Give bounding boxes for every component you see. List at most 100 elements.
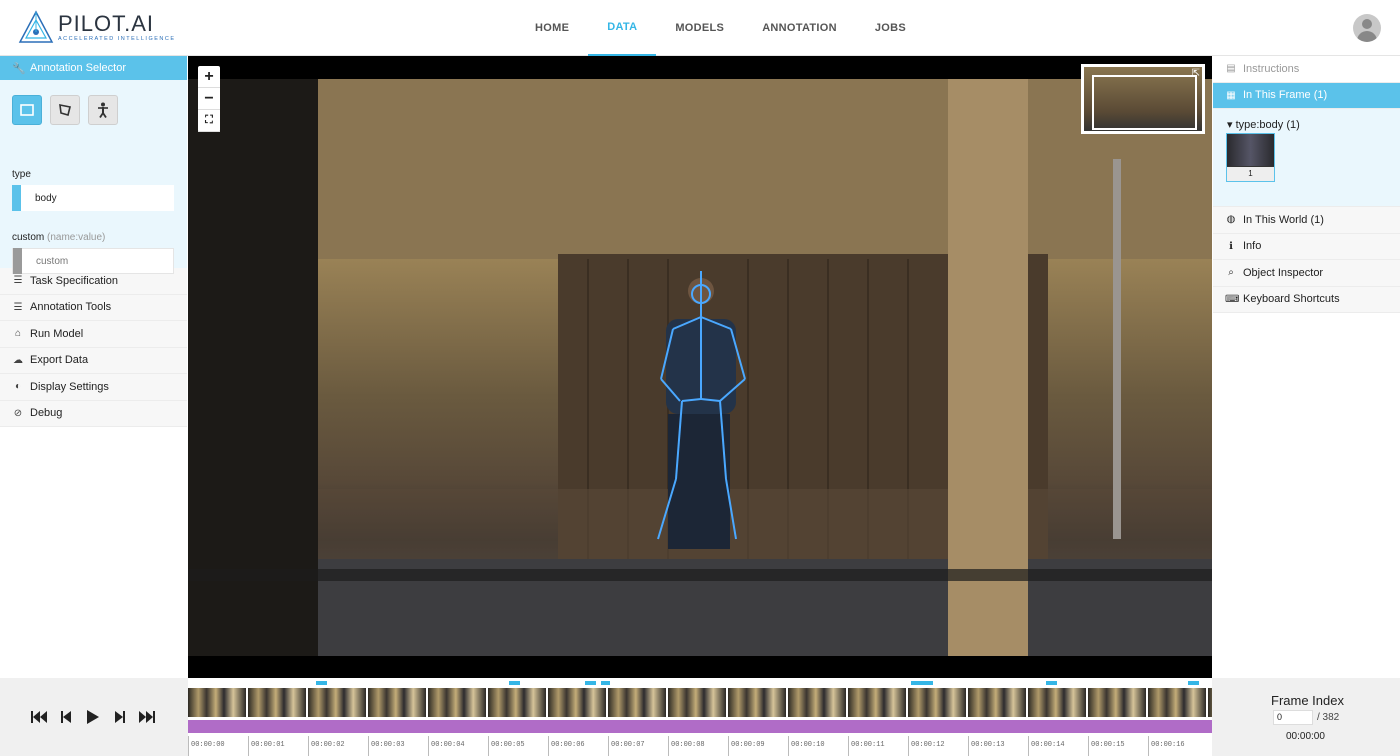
skip-to-start-button[interactable] [30,709,48,725]
annotation-marker[interactable] [509,681,520,685]
annotation-selector-body: type body custom (name:value) custom [0,80,187,274]
filmstrip-frame[interactable] [308,688,368,717]
info-item[interactable]: ℹ Info [1213,233,1400,260]
nav-home[interactable]: HOME [516,0,588,56]
fit-to-screen-button[interactable]: ⛶ [198,110,220,132]
time-tick-label: 00:00:06 [548,736,585,756]
annotation-selector-title: Annotation Selector [30,62,127,74]
minimap[interactable]: ⇱ [1081,64,1205,134]
annotation-marker[interactable] [1188,681,1199,685]
minimap-viewport[interactable] [1092,75,1197,130]
toggle-icon: ◐ [14,381,22,393]
filmstrip-frame[interactable] [248,688,308,717]
frame-index-input[interactable]: 0 [1273,710,1313,725]
zoom-in-button[interactable]: + [198,66,220,88]
type-field[interactable]: body [12,185,174,211]
run-icon: ⌂ [14,328,22,340]
type-body-group[interactable]: ▾ type:body (1) [1227,118,1300,131]
time-tick-label: 00:00:12 [908,736,945,756]
frame-index-title: Frame Index [1271,693,1344,708]
nav-jobs[interactable]: JOBS [856,0,925,56]
filmstrip-frame[interactable] [1088,688,1148,717]
menu-export-data[interactable]: ☁ Export Data [0,347,187,374]
filmstrip-frame[interactable] [188,688,248,717]
filmstrip-frame[interactable] [908,688,968,717]
step-forward-button[interactable] [111,709,129,725]
step-back-button[interactable] [57,709,75,725]
type-color-bar [12,185,21,211]
play-button[interactable] [84,709,102,725]
right-panel: ▤ Instructions ▦ In This Frame (1) ▾ type:… [1213,56,1400,678]
playback-controls [30,709,156,725]
filmstrip-frame[interactable] [788,688,848,717]
annotation-marker[interactable] [911,681,933,685]
skip-to-end-button[interactable] [138,709,156,725]
step-forward-icon [115,711,125,723]
filmstrip-frame[interactable] [1208,688,1212,717]
annotation-markers [188,678,1212,688]
menu-display-settings[interactable]: ◐ Display Settings [0,374,187,401]
timeline[interactable]: 00:00:00 00:00:01 00:00:02 00:00:03 00:00:04… [188,678,1212,756]
annotation-marker[interactable] [316,681,327,685]
filmstrip-frame[interactable] [548,688,608,717]
time-tick-label: 00:00:04 [428,736,465,756]
skeleton-tool-button[interactable] [88,95,118,125]
annotation-marker[interactable] [1046,681,1057,685]
keyboard-shortcuts-item[interactable]: ⌨ Keyboard Shortcuts [1213,286,1400,313]
in-this-world-item[interactable]: ◍ In This World (1) [1213,207,1400,234]
image-viewer[interactable]: + − ⛶ ⇱ [188,56,1212,678]
brand-logo[interactable]: PILOT.AI ACCELERATED INTELLIGENCE [18,10,176,46]
brand-name: PILOT.AI [58,11,155,36]
annotation-marker[interactable] [585,681,596,685]
time-tick-label: 00:00:03 [368,736,405,756]
zoom-out-button[interactable]: − [198,88,220,110]
annotation-track[interactable] [188,720,1212,733]
filmstrip-frame[interactable] [488,688,548,717]
filmstrip-frame[interactable] [1148,688,1208,717]
menu-annotation-tools[interactable]: ☰ Annotation Tools [0,294,187,321]
video-frame[interactable] [188,79,1212,656]
custom-field[interactable]: custom [12,248,174,274]
filmstrip-frame[interactable] [668,688,728,717]
in-this-frame-header[interactable]: ▦ In This Frame (1) [1213,82,1400,109]
time-tick-label: 00:00:15 [1088,736,1125,756]
custom-color-bar [13,248,22,274]
menu-debug[interactable]: ⊘ Debug [0,400,187,427]
polygon-tool-button[interactable] [50,95,80,125]
filmstrip-frame[interactable] [368,688,428,717]
menu-run-model[interactable]: ⌂ Run Model [0,321,187,348]
filmstrip-frame[interactable] [608,688,668,717]
expand-icon[interactable]: ⇱ [1192,68,1200,79]
filmstrip-frame[interactable] [1028,688,1088,717]
user-avatar[interactable] [1353,14,1381,42]
play-icon [87,710,99,724]
filmstrip-frame[interactable] [848,688,908,717]
annotation-selector-header[interactable]: 🔧 Annotation Selector [0,56,187,80]
scene-illustration [188,79,1212,656]
rectangle-tool-button[interactable] [12,95,42,125]
annotation-marker[interactable] [601,681,610,685]
object-inspector-item[interactable]: ⌕ Object Inspector [1213,260,1400,287]
filmstrip-frame[interactable] [968,688,1028,717]
custom-label: custom (name:value) [12,232,106,243]
skip-start-icon [31,711,47,723]
filmstrip-frame[interactable] [728,688,788,717]
nav-data[interactable]: DATA [588,0,657,56]
filmstrip-frame[interactable] [428,688,488,717]
time-tick-label: 00:00:02 [308,736,345,756]
time-tick-label: 00:00:08 [668,736,705,756]
frame-index-panel: Frame Index 0 / 382 00:00:00 [1213,678,1400,756]
time-tick-label: 00:00:10 [788,736,825,756]
in-this-frame-body: ▾ type:body (1) 1 [1213,109,1400,207]
time-tick-label: 00:00:07 [608,736,645,756]
time-tick-label: 00:00:09 [728,736,765,756]
filmstrip[interactable] [188,688,1212,717]
nav-models[interactable]: MODELS [656,0,743,56]
top-navbar: PILOT.AI ACCELERATED INTELLIGENCE HOME D… [0,0,1400,56]
instructions-item[interactable]: ▤ Instructions [1213,56,1400,83]
nav-annotation[interactable]: ANNOTATION [743,0,856,56]
zoom-controls: + − ⛶ [198,66,220,132]
annotation-thumbnail[interactable]: 1 [1226,133,1275,182]
time-tick-label: 00:00:00 [188,736,225,756]
playback-bar: 00:00:00 00:00:01 00:00:02 00:00:03 00:00:04… [0,678,1400,756]
